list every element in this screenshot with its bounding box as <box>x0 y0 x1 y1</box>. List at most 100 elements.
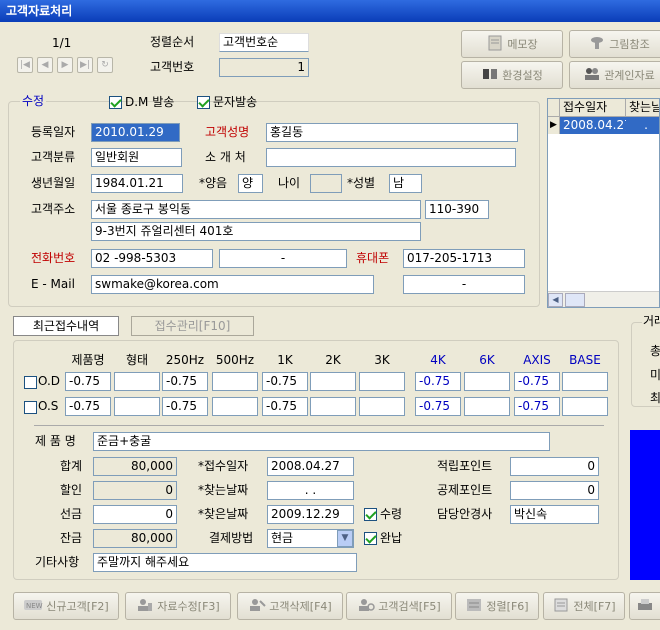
next-record-icon[interactable]: ▶ <box>57 57 73 73</box>
customer-no-field[interactable]: 1 <box>219 58 309 77</box>
scroll-thumb[interactable] <box>565 293 585 307</box>
points-field[interactable]: 0 <box>510 457 599 476</box>
os-cell[interactable] <box>464 397 510 416</box>
sms-checkbox[interactable] <box>197 96 210 109</box>
receipt-date-field[interactable]: 2008.04.27 <box>267 457 354 476</box>
od-cell[interactable] <box>114 372 160 391</box>
address2-field[interactable]: 9-3번지 쥬얼리센터 401호 <box>91 222 421 241</box>
horizontal-scrollbar[interactable]: ◀ <box>548 291 659 307</box>
received-checkbox[interactable] <box>364 508 377 521</box>
gender-field[interactable]: 남 <box>389 174 422 193</box>
deposit-field[interactable]: 0 <box>93 505 177 524</box>
chevron-down-icon[interactable]: ▼ <box>337 530 353 547</box>
total-field[interactable]: 80,000 <box>93 457 177 476</box>
od-cell[interactable] <box>464 372 510 391</box>
referrer-field[interactable] <box>266 148 516 167</box>
picture-icon <box>588 34 606 55</box>
os-cell[interactable] <box>212 397 258 416</box>
od-cell[interactable] <box>212 372 258 391</box>
first-record-icon[interactable]: |◀ <box>17 57 33 73</box>
paid-checkbox[interactable] <box>364 532 377 545</box>
new-customer-button[interactable]: NEW 신규고객[F2] <box>13 592 119 620</box>
relation-button[interactable]: 관계인자료 <box>569 61 660 89</box>
staff-field[interactable]: 박신속 <box>510 505 599 524</box>
delete-customer-button[interactable]: 고객삭제[F4] <box>237 592 343 620</box>
table-row-found[interactable]: . <box>626 117 659 134</box>
all-button[interactable]: 전체[F7] <box>543 592 625 620</box>
reg-date-field[interactable]: 2010.01.29 <box>91 123 180 142</box>
name-field[interactable]: 홍길동 <box>266 123 518 142</box>
pickup-date-field[interactable]: . . <box>267 481 354 500</box>
notes-field[interactable]: 주말까지 해주세요 <box>93 553 357 572</box>
sort-button[interactable]: 정렬[F6] <box>455 592 539 620</box>
print-button[interactable] <box>629 592 660 620</box>
lens-col-header: 4K <box>430 353 446 367</box>
od-cell[interactable] <box>310 372 356 391</box>
tab-recent[interactable]: 최근접수내역 <box>13 316 119 336</box>
os-cell[interactable]: -0.75 <box>514 397 560 416</box>
payment-select[interactable]: 현금 ▼ <box>267 529 354 548</box>
col-header-date[interactable]: 접수일자 <box>560 99 626 117</box>
discount-field[interactable]: 0 <box>93 481 177 500</box>
settings-button[interactable]: 환경설정 <box>461 61 563 89</box>
product-field[interactable]: 준금+충굴 <box>93 432 550 451</box>
col-header-found[interactable]: 찾는날 <box>626 99 659 117</box>
os-cell[interactable] <box>359 397 405 416</box>
calendar-field[interactable]: 양 <box>238 174 263 193</box>
memo-button[interactable]: 메모장 <box>461 30 563 58</box>
visit-list[interactable]: 접수일자 찾는날 ▶ 2008.04.27 . ◀ <box>547 98 660 308</box>
refresh-icon[interactable]: ↻ <box>97 57 113 73</box>
os-cell[interactable]: -0.75 <box>162 397 208 416</box>
sort-select[interactable]: 고객번호순 <box>219 33 309 52</box>
od-cell[interactable]: -0.75 <box>162 372 208 391</box>
phone2-field[interactable]: - <box>219 249 347 268</box>
os-checkbox[interactable] <box>24 401 37 414</box>
od-cell[interactable] <box>359 372 405 391</box>
os-cell[interactable]: -0.75 <box>262 397 308 416</box>
last-label: 최 <box>650 391 660 405</box>
found-date-label: *찾은날짜 <box>198 507 249 521</box>
table-row[interactable]: 2008.04.27 <box>560 117 632 134</box>
discount-label: 할인 <box>60 483 83 497</box>
os-cell[interactable] <box>310 397 356 416</box>
people-icon <box>583 65 601 86</box>
os-cell[interactable]: -0.75 <box>415 397 461 416</box>
phone-field[interactable]: 02 -998-5303 <box>91 249 213 268</box>
scroll-left-icon[interactable]: ◀ <box>548 293 563 307</box>
email-field[interactable]: swmake@korea.com <box>91 275 374 294</box>
email2-field[interactable]: - <box>403 275 525 294</box>
picture-button[interactable]: 그림참조 <box>569 30 660 58</box>
user-edit-icon <box>136 597 154 616</box>
od-cell[interactable] <box>562 372 608 391</box>
balance-field[interactable]: 80,000 <box>93 529 177 548</box>
od-cell[interactable]: -0.75 <box>514 372 560 391</box>
side-panel <box>630 430 660 580</box>
birth-label: 생년월일 <box>31 176 76 190</box>
tab-manage[interactable]: 접수관리[F10] <box>131 316 254 336</box>
total-label: 합계 <box>60 459 83 473</box>
od-cell[interactable]: -0.75 <box>65 372 111 391</box>
mobile-field[interactable]: 017-205-1713 <box>403 249 525 268</box>
od-checkbox[interactable] <box>24 376 37 389</box>
os-cell[interactable] <box>114 397 160 416</box>
os-cell[interactable] <box>562 397 608 416</box>
last-record-icon[interactable]: ▶| <box>77 57 93 73</box>
age-field[interactable] <box>310 174 342 193</box>
od-cell[interactable]: -0.75 <box>415 372 461 391</box>
search-customer-button[interactable]: 고객검색[F5] <box>346 592 452 620</box>
os-cell[interactable]: -0.75 <box>65 397 111 416</box>
category-field[interactable]: 일반회원 <box>91 148 182 167</box>
edit-customer-button[interactable]: 자료수정[F3] <box>125 592 231 620</box>
od-cell[interactable]: -0.75 <box>262 372 308 391</box>
svg-text:NEW: NEW <box>26 602 43 610</box>
found-date-field[interactable]: 2009.12.29 <box>267 505 354 524</box>
dm-checkbox[interactable] <box>109 96 122 109</box>
points-label: 적립포인트 <box>437 459 493 473</box>
deduct-field[interactable]: 0 <box>510 481 599 500</box>
divider <box>34 425 604 426</box>
zipcode-field[interactable]: 110-390 <box>425 200 489 219</box>
prev-record-icon[interactable]: ◀ <box>37 57 53 73</box>
birth-field[interactable]: 1984.01.21 <box>91 174 183 193</box>
transaction-group-label: 거래 <box>642 312 660 331</box>
address1-field[interactable]: 서울 종로구 봉익동 <box>91 200 421 219</box>
